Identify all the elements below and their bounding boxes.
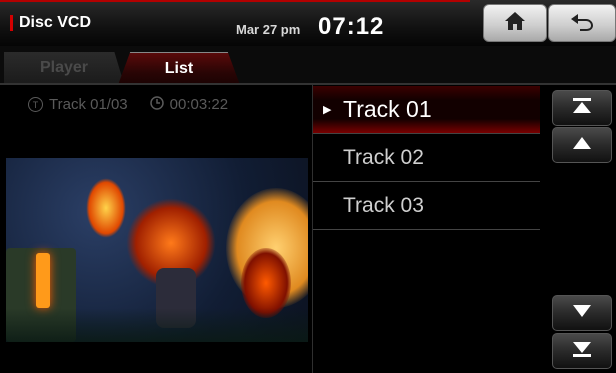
tab-player[interactable]: Player: [4, 52, 124, 84]
scroll-bottom-icon: [570, 339, 594, 364]
play-indicator-icon: ▶: [323, 104, 332, 116]
track-count: Track 01/03: [49, 96, 128, 113]
date-label: Mar 27 pm: [236, 22, 301, 37]
scroll-up-icon: [570, 134, 594, 157]
back-button[interactable]: [548, 4, 616, 42]
track-number-icon: T: [28, 97, 43, 112]
track-item-1[interactable]: ▶ Track 01: [313, 86, 540, 133]
track-label: Track 01: [343, 96, 432, 122]
scroll-bottom-button[interactable]: [552, 333, 612, 369]
track-item-2[interactable]: Track 02: [313, 134, 540, 181]
back-arrow-icon: [568, 10, 596, 37]
track-item-3[interactable]: Track 03: [313, 182, 540, 229]
elapsed-time: 00:03:22: [169, 96, 229, 113]
tab-bar: Player List: [0, 46, 616, 85]
home-icon: [503, 10, 527, 37]
clock-time: 07:12: [318, 13, 385, 40]
scroll-top-button[interactable]: [552, 90, 612, 126]
track-info: T Track 01/03 00:03:22: [28, 96, 228, 113]
video-preview[interactable]: [6, 158, 308, 342]
title-wrap: Disc VCD: [10, 14, 91, 32]
tab-underline: [0, 83, 616, 85]
scroll-up-button[interactable]: [552, 127, 612, 163]
accent-line: [0, 0, 470, 2]
header-bar: Disc VCD Mar 27 pm 07:12: [0, 0, 616, 47]
clock-icon: [149, 96, 170, 113]
home-button[interactable]: [483, 4, 547, 42]
tab-list[interactable]: List: [118, 52, 240, 85]
scroll-down-button[interactable]: [552, 295, 612, 331]
scroll-down-icon: [570, 302, 594, 325]
title-accent-mark: [10, 15, 13, 31]
app-title: Disc VCD: [19, 14, 92, 31]
list-separator: [313, 229, 540, 230]
track-label: Track 03: [343, 193, 424, 217]
scroll-top-icon: [570, 96, 594, 121]
track-label: Track 02: [343, 145, 424, 169]
